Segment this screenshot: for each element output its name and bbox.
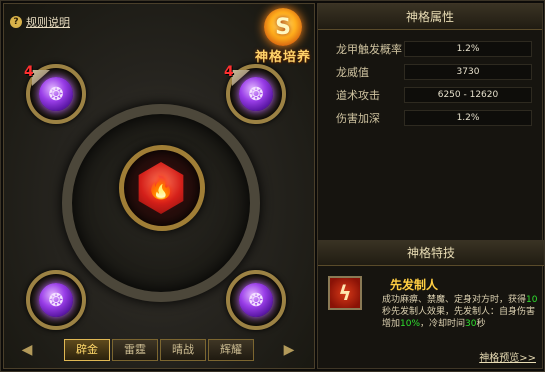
prev-arrow-icon[interactable]: ◀ [18,340,36,360]
stat-row: 龙威值 3730 [318,62,542,82]
train-label: 神格培养 [254,50,311,65]
lightning-skill-icon[interactable]: ϟ [328,276,362,310]
stat-value: 1.2% [404,110,532,126]
stat-name: 龙甲触发概率 [336,43,402,56]
slot-bottom-right[interactable]: ❂ [226,270,286,330]
stat-name: 伤害加深 [336,112,380,125]
stat-name: 道术攻击 [336,89,380,102]
stat-row: 龙甲触发概率 1.2% [318,39,542,59]
train-emblem-icon: S [264,8,302,46]
slot-top-left[interactable]: 4 ❂ [24,64,86,124]
stat-row: 道术攻击 6250 - 12620 [318,85,542,105]
rules-link[interactable]: ? 规则说明 [10,14,70,30]
slot-bottom-left[interactable]: ❂ [26,270,86,330]
tab-huiyao[interactable]: 辉耀 [208,339,254,361]
slot-level-badge: 4 [24,64,34,80]
rules-label: 规则说明 [26,16,70,29]
train-button[interactable]: S 神格培养 [252,6,314,68]
preview-link[interactable]: 神格预览>> [479,349,536,364]
god-sigil-panel: ? 规则说明 S 神格培养 🔥 4 ❂ 4 ❂ ❂ ❂ ◀ ▶ 辟金 雷霆 晴战… [3,3,315,369]
tab-leiting[interactable]: 雷霆 [112,339,158,361]
tab-bijin[interactable]: 辟金 [64,339,110,361]
god-panel-window: ? 规则说明 S 神格培养 🔥 4 ❂ 4 ❂ ❂ ❂ ◀ ▶ 辟金 雷霆 晴战… [0,0,545,372]
purple-orb-icon: ❂ [239,77,273,111]
attributes-panel: 神格属性 龙甲触发概率 1.2% 龙威值 3730 道术攻击 6250 - 12… [317,3,544,369]
skill-name: 先发制人 [390,278,439,292]
sigil-tabs: 辟金 雷霆 晴战 辉耀 [64,339,254,361]
skill-description: 成功麻痹、禁魔、定身对方时，获得10秒先发制人效果，先发制人：自身伤害增加10%… [382,295,538,329]
skill-header: 神格特技 [318,240,544,266]
stat-value: 6250 - 12620 [404,87,532,103]
slot-level-badge: 4 [224,64,234,80]
tab-qingzhan[interactable]: 晴战 [160,339,206,361]
attributes-title: 神格属性 [318,4,542,30]
purple-orb-icon: ❂ [39,77,73,111]
question-icon: ? [10,16,22,28]
skill-title: 神格特技 [318,240,544,266]
stat-value: 1.2% [404,41,532,57]
slot-top-right[interactable]: 4 ❂ [224,64,286,124]
stat-name: 龙威值 [336,66,369,79]
purple-orb-icon: ❂ [239,283,273,317]
next-arrow-icon[interactable]: ▶ [280,340,298,360]
stat-value: 3730 [404,64,532,80]
stat-row: 伤害加深 1.2% [318,108,542,128]
purple-orb-icon: ❂ [39,283,73,317]
